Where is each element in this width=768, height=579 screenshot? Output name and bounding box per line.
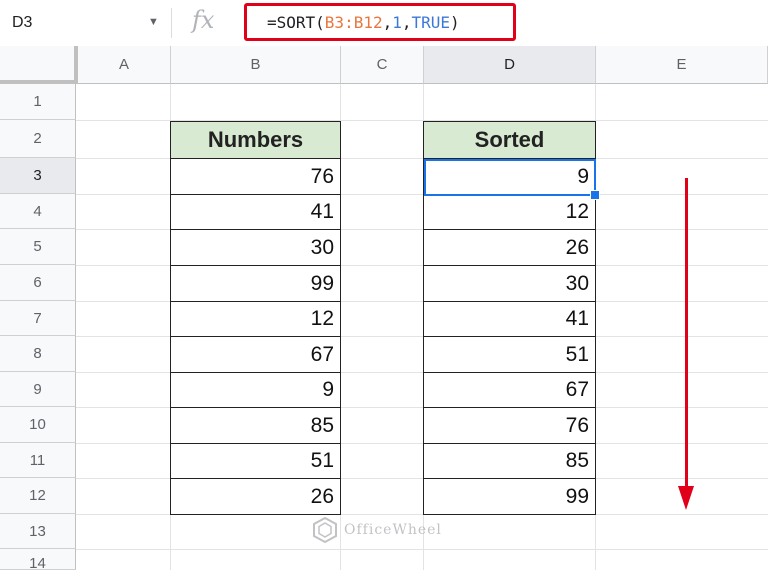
row-header-13[interactable]: 13 (0, 514, 76, 549)
active-cell-selection (424, 159, 596, 196)
select-all-corner[interactable] (0, 46, 78, 84)
numbers-header-cell[interactable]: Numbers (170, 121, 341, 159)
watermark-text: OfficeWheel (344, 522, 442, 538)
sorted-cell-d12[interactable]: 99 (423, 478, 596, 515)
fill-handle[interactable] (590, 190, 600, 200)
numbers-cell-b5[interactable]: 30 (170, 229, 341, 266)
row-header-10[interactable]: 10 (0, 407, 76, 443)
watermark: OfficeWheel (312, 517, 442, 543)
formula-sort-column-arg: 1 (392, 13, 402, 32)
row-header-1[interactable]: 1 (0, 84, 76, 120)
row-header-2[interactable]: 2 (0, 120, 76, 158)
row-header-4[interactable]: 4 (0, 194, 76, 229)
grid-line (76, 549, 768, 550)
column-header-c[interactable]: C (341, 46, 424, 84)
row-header-11[interactable]: 11 (0, 443, 76, 478)
row-header-3[interactable]: 3 (0, 158, 76, 194)
row-header-6[interactable]: 6 (0, 265, 76, 301)
numbers-cell-b8[interactable]: 67 (170, 336, 341, 373)
numbers-cell-b10[interactable]: 85 (170, 407, 341, 444)
row-header-5[interactable]: 5 (0, 229, 76, 265)
numbers-cell-b4[interactable]: 41 (170, 194, 341, 230)
formula-bar-divider (171, 8, 172, 38)
sorted-cell-d7[interactable]: 41 (423, 301, 596, 337)
formula-ascending-arg: TRUE (411, 13, 451, 32)
column-header-d[interactable]: D (424, 46, 596, 84)
sort-direction-arrow (685, 178, 688, 496)
numbers-cell-b9[interactable]: 9 (170, 372, 341, 408)
row-header-7[interactable]: 7 (0, 301, 76, 336)
column-header-e[interactable]: E (596, 46, 768, 84)
name-box-cell-ref: D3 (12, 14, 33, 31)
row-header-12[interactable]: 12 (0, 478, 76, 514)
column-header-a[interactable]: A (78, 46, 171, 84)
numbers-cell-b11[interactable]: 51 (170, 443, 341, 479)
sorted-cell-d4[interactable]: 12 (423, 194, 596, 230)
fx-icon: fx (192, 6, 215, 34)
row-header-14[interactable]: 14 (0, 549, 76, 572)
numbers-cell-b12[interactable]: 26 (170, 478, 341, 515)
officewheel-logo-icon (313, 517, 337, 543)
numbers-cell-b7[interactable]: 12 (170, 301, 341, 337)
numbers-cell-b3[interactable]: 76 (170, 158, 341, 195)
formula-text: =SORT(B3:B12,1,TRUE) (267, 13, 460, 32)
formula-range-ref: B3:B12 (324, 13, 383, 32)
sorted-cell-d5[interactable]: 26 (423, 229, 596, 266)
row-header-8[interactable]: 8 (0, 336, 76, 372)
sorted-cell-d6[interactable]: 30 (423, 265, 596, 302)
sorted-cell-d9[interactable]: 67 (423, 372, 596, 408)
column-header-b[interactable]: B (171, 46, 341, 84)
formula-bar: D3 ▼ fx =SORT(B3:B12,1,TRUE) (0, 0, 768, 47)
chevron-down-icon[interactable]: ▼ (148, 16, 159, 28)
sorted-cell-d11[interactable]: 85 (423, 443, 596, 479)
name-box[interactable]: D3 ▼ (0, 4, 170, 42)
arrow-down-icon (678, 486, 694, 510)
formula-input[interactable]: =SORT(B3:B12,1,TRUE) (244, 3, 516, 41)
sorted-cell-d8[interactable]: 51 (423, 336, 596, 373)
sorted-header-cell[interactable]: Sorted (423, 121, 596, 159)
sorted-cell-d10[interactable]: 76 (423, 407, 596, 444)
numbers-cell-b6[interactable]: 99 (170, 265, 341, 302)
row-header-9[interactable]: 9 (0, 372, 76, 407)
